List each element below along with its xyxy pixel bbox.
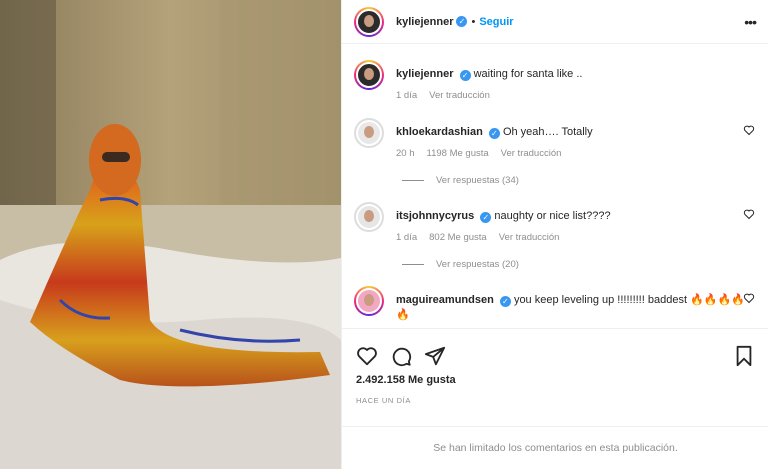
verified-badge-icon: ✓ [456,16,468,27]
avatar[interactable] [354,6,384,37]
caption-time[interactable]: 1 día [396,90,417,101]
caption-text: waiting for santa like .. [473,68,583,80]
heart-icon[interactable] [743,292,755,304]
comment-likes[interactable]: 802 Me gusta [429,232,487,243]
verified-badge-icon: ✓ [499,296,511,307]
post-media[interactable] [0,0,341,469]
view-replies-label[interactable]: Ver respuestas (20) [436,259,519,270]
list-item: maguireamundsen ✓ you keep leveling up !… [354,286,757,323]
avatar[interactable] [354,202,384,232]
instagram-post: kyliejenner ✓ • Seguir ••• kyliejenner ✓… [0,0,768,469]
bookmark-icon[interactable] [733,345,755,367]
comments-list[interactable]: kyliejenner ✓ waiting for santa like .. … [342,45,768,328]
comment-text: Oh yeah…. Totally [502,126,593,138]
separator-dot: • [471,15,476,28]
comment-icon[interactable] [390,345,412,367]
header-username[interactable]: kyliejenner [396,16,453,28]
comments-limited-notice: Se han limitado los comentarios en esta … [342,426,768,469]
heart-icon[interactable] [356,345,378,367]
share-icon[interactable] [424,345,446,367]
translate-link[interactable]: Ver traducción [499,232,560,243]
translate-link[interactable]: Ver traducción [501,148,562,159]
post-timestamp[interactable]: HACE UN DÍA [356,396,411,405]
avatar[interactable] [354,286,384,316]
avatar[interactable] [354,60,384,90]
comment-username[interactable]: itsjohnnycyrus [396,210,474,222]
follow-button[interactable]: Seguir [479,16,513,28]
comment-time[interactable]: 1 día [396,232,417,243]
view-replies-label[interactable]: Ver respuestas (34) [436,175,519,186]
post-photo [0,0,341,469]
list-item: khloekardashian ✓ Oh yeah…. Totally 20 h… [354,118,757,159]
list-item: itsjohnnycyrus ✓ naughty or nice list???… [354,202,757,243]
verified-badge-icon: ✓ [459,70,471,81]
post-header: kyliejenner ✓ • Seguir ••• [342,0,768,44]
comment-time[interactable]: 20 h [396,148,415,159]
comment-username[interactable]: maguireamundsen [396,294,494,306]
verified-badge-icon: ✓ [488,128,500,139]
verified-badge-icon: ✓ [480,212,492,223]
comment-username[interactable]: khloekardashian [396,126,483,138]
caption-username[interactable]: kyliejenner [396,68,453,80]
heart-icon[interactable] [743,208,755,220]
view-replies[interactable]: Ver respuestas (20) [402,259,757,270]
comment-likes[interactable]: 1198 Me gusta [427,148,489,159]
more-options-icon[interactable]: ••• [744,14,757,30]
action-bar [342,328,768,372]
avatar[interactable] [354,118,384,148]
caption: kyliejenner ✓ waiting for santa like .. … [354,60,757,101]
translate-link[interactable]: Ver traducción [429,90,490,101]
likes-count[interactable]: 2.492.158 Me gusta [356,374,456,386]
comment-text: naughty or nice list???? [494,210,611,222]
post-side-panel: kyliejenner ✓ • Seguir ••• kyliejenner ✓… [341,0,768,469]
heart-icon[interactable] [743,124,755,136]
view-replies[interactable]: Ver respuestas (34) [402,175,757,186]
